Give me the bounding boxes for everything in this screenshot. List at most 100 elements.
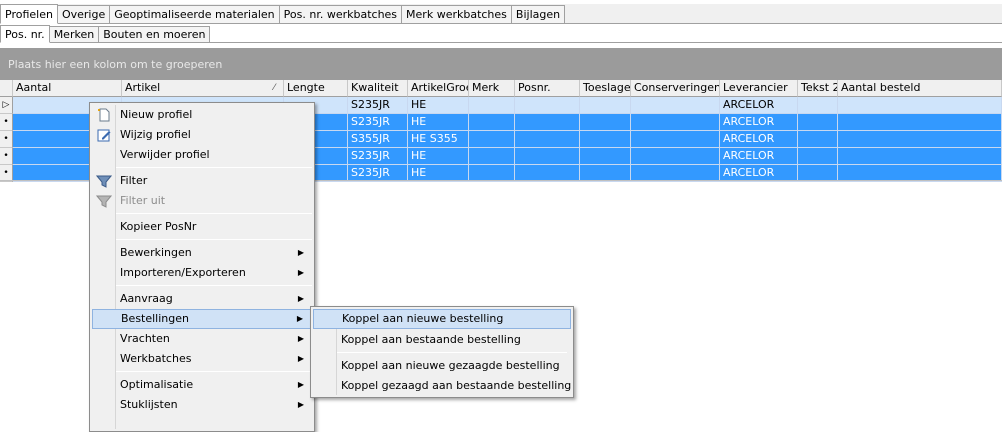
- column-header-tekst-2[interactable]: Tekst 2: [798, 80, 838, 97]
- row-indicator-icon[interactable]: •: [0, 114, 13, 131]
- column-header-conserveringen[interactable]: Conserveringen: [631, 80, 720, 97]
- row-indicator-header: [0, 80, 13, 97]
- cell-posnr[interactable]: [515, 97, 580, 114]
- cell-conserveringen[interactable]: [631, 97, 720, 114]
- column-header-artikelgroep[interactable]: ArtikelGroep: [408, 80, 469, 97]
- sub-tab-bar: Pos. nr. Merken Bouten en moeren: [0, 25, 1002, 43]
- cell-artikelgroep[interactable]: HE: [408, 97, 469, 114]
- submenu-arrow-icon: ▶: [296, 314, 303, 323]
- column-header-leverancier[interactable]: Leverancier: [720, 80, 798, 97]
- cell-merk[interactable]: [469, 97, 515, 114]
- cell-toeslagen[interactable]: [580, 148, 631, 165]
- cell-posnr[interactable]: [515, 114, 580, 131]
- cell-merk[interactable]: [469, 131, 515, 148]
- cell-aantal-besteld[interactable]: [838, 114, 1002, 131]
- menu-item-optimalisatie[interactable]: Optimalisatie ▶: [92, 375, 312, 395]
- menu-item-wijzig-profiel[interactable]: Wijzig profiel: [92, 125, 312, 145]
- cell-conserveringen[interactable]: [631, 148, 720, 165]
- column-header-posnr[interactable]: Posnr.: [515, 80, 580, 97]
- cell-aantal-besteld[interactable]: [838, 148, 1002, 165]
- cell-aantal-besteld[interactable]: [838, 131, 1002, 148]
- tab-merken[interactable]: Merken: [48, 26, 100, 42]
- cell-conserveringen[interactable]: [631, 114, 720, 131]
- cell-artikelgroep[interactable]: HE S355: [408, 131, 469, 148]
- row-indicator-icon[interactable]: •: [0, 148, 13, 165]
- submenu-arrow-icon: ▶: [297, 248, 304, 257]
- tab-profielen[interactable]: Profielen: [0, 4, 58, 24]
- menu-separator: [337, 352, 567, 353]
- cell-tekst-2[interactable]: [798, 148, 838, 165]
- menu-item-importeren-exporteren[interactable]: Importeren/Exporteren ▶: [92, 263, 312, 283]
- menu-item-bewerkingen[interactable]: Bewerkingen ▶: [92, 243, 312, 263]
- cell-tekst-2[interactable]: [798, 131, 838, 148]
- column-header-merk[interactable]: Merk: [469, 80, 515, 97]
- menu-item-filter[interactable]: Filter: [92, 171, 312, 191]
- menu-item-koppel-gezaagd-aan-bestaande-bestelling[interactable]: Koppel gezaagd aan bestaande bestelling: [313, 376, 571, 396]
- column-header-toeslagen[interactable]: Toeslagen: [580, 80, 631, 97]
- cell-posnr[interactable]: [515, 148, 580, 165]
- menu-separator: [116, 371, 312, 372]
- current-row-indicator-icon[interactable]: ▷: [0, 97, 13, 114]
- menu-item-aanvraag[interactable]: Aanvraag ▶: [92, 289, 312, 309]
- submenu-arrow-icon: ▶: [297, 268, 304, 277]
- cell-posnr[interactable]: [515, 131, 580, 148]
- cell-merk[interactable]: [469, 148, 515, 165]
- submenu-arrow-icon: ▶: [297, 294, 304, 303]
- menu-item-nieuw-profiel[interactable]: Nieuw profiel: [92, 105, 312, 125]
- submenu-arrow-icon: ▶: [297, 400, 304, 409]
- row-indicator-icon[interactable]: •: [0, 131, 13, 148]
- group-by-panel[interactable]: Plaats hier een kolom om te groeperen: [0, 48, 1002, 80]
- tab-geoptimaliseerde-materialen[interactable]: Geoptimaliseerde materialen: [109, 5, 280, 23]
- column-header-artikel-label: Artikel: [125, 81, 161, 94]
- menu-item-label: Bestellingen: [121, 312, 189, 325]
- menu-item-stuklijsten[interactable]: Stuklijsten ▶: [92, 395, 312, 415]
- column-header-aantal[interactable]: Aantal: [13, 80, 122, 97]
- cell-merk[interactable]: [469, 114, 515, 131]
- cell-toeslagen[interactable]: [580, 114, 631, 131]
- menu-item-werkbatches[interactable]: Werkbatches ▶: [92, 349, 312, 369]
- cell-leverancier[interactable]: ARCELOR: [720, 148, 798, 165]
- cell-artikelgroep[interactable]: HE: [408, 148, 469, 165]
- cell-kwaliteit[interactable]: S235JR: [348, 114, 408, 131]
- column-header-kwaliteit[interactable]: Kwaliteit: [348, 80, 408, 97]
- tab-bijlagen[interactable]: Bijlagen: [510, 5, 566, 23]
- tab-pos-nr-werkbatches[interactable]: Pos. nr. werkbatches: [278, 5, 403, 23]
- menu-item-label: Aanvraag: [120, 292, 173, 305]
- menu-item-bestellingen[interactable]: Bestellingen ▶: [92, 309, 312, 329]
- submenu-arrow-icon: ▶: [297, 354, 304, 363]
- sort-icon: ⁄: [273, 83, 275, 93]
- tab-pos-nr[interactable]: Pos. nr.: [0, 25, 50, 43]
- tab-bouten-en-moeren[interactable]: Bouten en moeren: [98, 26, 211, 42]
- cell-tekst-2[interactable]: [798, 97, 838, 114]
- cell-toeslagen[interactable]: [580, 131, 631, 148]
- cell-tekst-2[interactable]: [798, 114, 838, 131]
- cell-aantal-besteld[interactable]: [838, 97, 1002, 114]
- new-document-icon: [98, 108, 110, 122]
- cell-leverancier[interactable]: ARCELOR: [720, 114, 798, 131]
- menu-item-vrachten[interactable]: Vrachten ▶: [92, 329, 312, 349]
- tab-merk-werkbatches[interactable]: Merk werkbatches: [401, 5, 512, 23]
- cell-kwaliteit[interactable]: S355JR: [348, 131, 408, 148]
- cell-kwaliteit[interactable]: S235JR: [348, 97, 408, 114]
- cell-toeslagen[interactable]: [580, 97, 631, 114]
- column-header-artikel[interactable]: Artikel ⁄: [122, 80, 284, 97]
- menu-item-koppel-aan-nieuwe-bestelling[interactable]: Koppel aan nieuwe bestelling: [313, 309, 571, 329]
- menu-item-koppel-aan-nieuwe-gezaagde-bestelling[interactable]: Koppel aan nieuwe gezaagde bestelling: [313, 356, 571, 376]
- submenu-arrow-icon: ▶: [297, 380, 304, 389]
- menu-item-kopieer-posnr[interactable]: Kopieer PosNr: [92, 217, 312, 237]
- cell-leverancier[interactable]: ARCELOR: [720, 97, 798, 114]
- menu-item-filter-uit[interactable]: Filter uit: [92, 191, 312, 211]
- menu-separator: [116, 285, 312, 286]
- cell-artikelgroep[interactable]: HE: [408, 114, 469, 131]
- cell-kwaliteit[interactable]: S235JR: [348, 148, 408, 165]
- menu-item-verwijder-profiel[interactable]: Verwijder profiel: [92, 145, 312, 165]
- tab-overige[interactable]: Overige: [56, 5, 111, 23]
- menu-item-koppel-aan-bestaande-bestelling[interactable]: Koppel aan bestaande bestelling: [313, 330, 571, 350]
- cell-leverancier[interactable]: ARCELOR: [720, 131, 798, 148]
- cell-conserveringen[interactable]: [631, 131, 720, 148]
- submenu-arrow-icon: ▶: [297, 334, 304, 343]
- menu-separator: [116, 239, 312, 240]
- column-header-lengte[interactable]: Lengte: [284, 80, 348, 97]
- column-header-aantal-besteld[interactable]: Aantal besteld: [838, 80, 1002, 97]
- menu-separator: [116, 167, 312, 168]
